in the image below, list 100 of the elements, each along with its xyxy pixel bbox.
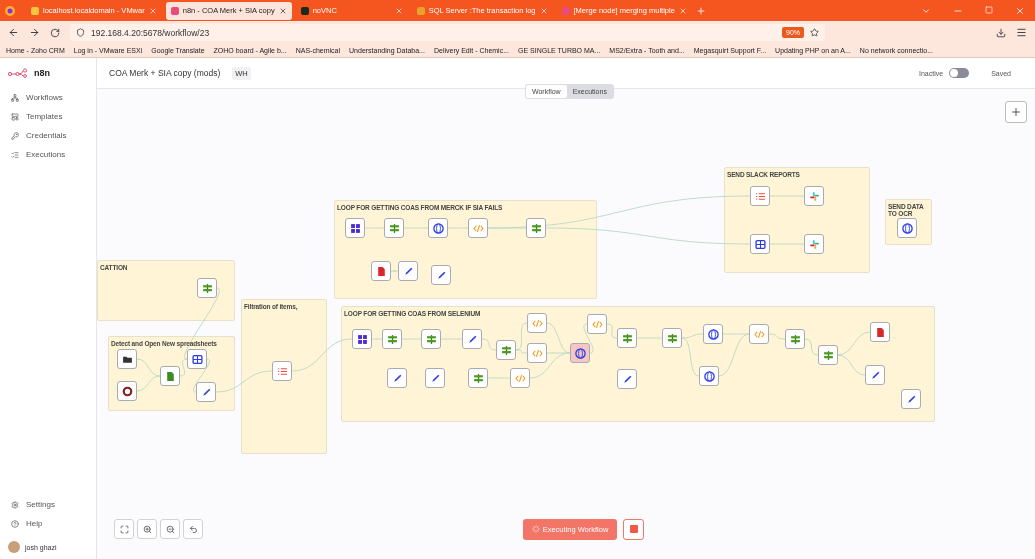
workflow-node[interactable] (425, 368, 445, 388)
globe-icon (574, 347, 586, 359)
nav-item[interactable]: Executions (0, 145, 96, 164)
workflow-node[interactable] (421, 329, 441, 349)
workflow-node[interactable] (431, 265, 451, 285)
connector-line (769, 195, 805, 197)
workflow-node[interactable] (527, 343, 547, 363)
active-toggle[interactable] (949, 68, 970, 78)
workflow-node[interactable] (468, 218, 488, 238)
globe-icon (703, 370, 715, 382)
favicon-icon (416, 6, 425, 15)
back-icon[interactable] (8, 27, 19, 38)
document-icon (375, 265, 387, 277)
workflow-node[interactable] (428, 218, 448, 238)
signpost-icon (201, 282, 213, 294)
pinwheel-icon (808, 190, 820, 202)
zoom-out-button[interactable] (160, 519, 180, 539)
help-icon (11, 519, 19, 528)
menu-icon[interactable] (1016, 27, 1027, 38)
new-tab-icon[interactable] (695, 5, 706, 16)
connector-line (583, 323, 594, 354)
workflow-node[interactable] (897, 218, 917, 238)
workflow-node[interactable] (371, 261, 391, 281)
nav-item[interactable]: Help (0, 514, 96, 533)
workflow-node[interactable] (468, 368, 488, 388)
connector-line (487, 377, 511, 379)
workflow-node[interactable] (785, 329, 805, 349)
close-icon[interactable] (394, 6, 403, 15)
zoom-in-button[interactable] (137, 519, 157, 539)
table-icon (754, 238, 766, 250)
workflow-node[interactable] (117, 381, 137, 401)
workflow-node[interactable] (587, 314, 607, 334)
workflow-node[interactable] (382, 329, 402, 349)
workflow-node[interactable] (750, 234, 770, 254)
close-icon[interactable] (678, 6, 687, 15)
close-icon[interactable] (1015, 5, 1025, 16)
globe-icon (707, 328, 719, 340)
workflow-node[interactable] (462, 329, 482, 349)
workflow-node[interactable] (617, 369, 637, 389)
signpost-icon (822, 349, 834, 361)
reset-zoom-button[interactable] (183, 519, 203, 539)
nav-item[interactable]: Workflows (0, 88, 96, 107)
signpost-icon (789, 333, 801, 345)
ring-icon (121, 385, 133, 397)
workflow-node[interactable] (818, 345, 838, 365)
stop-button[interactable] (623, 518, 644, 540)
workflow-node[interactable] (662, 328, 682, 348)
workflow-node[interactable] (187, 349, 207, 369)
stop-icon (629, 525, 638, 533)
workflow-node[interactable] (387, 368, 407, 388)
workflow-node[interactable] (804, 234, 824, 254)
workflow-node[interactable] (345, 218, 365, 238)
favicon-icon (31, 6, 39, 15)
zoom-in-icon (142, 524, 152, 534)
connector-line (371, 338, 383, 340)
nav-item[interactable]: Settings (0, 495, 96, 514)
workflow-node[interactable] (865, 365, 885, 385)
shield-icon[interactable] (76, 28, 85, 37)
browser-logo-icon[interactable] (4, 4, 16, 17)
workflow-node[interactable] (197, 278, 217, 298)
workflow-node[interactable] (749, 324, 769, 344)
workflow-node[interactable] (398, 261, 418, 281)
workflow-node[interactable] (196, 382, 216, 402)
workflow-node[interactable] (510, 368, 530, 388)
workflow-node[interactable] (272, 361, 292, 381)
template-icon (11, 112, 19, 121)
download-icon[interactable] (996, 27, 1006, 38)
workflow-node[interactable] (527, 313, 547, 333)
add-node-button[interactable] (1005, 101, 1027, 123)
undo-icon (188, 524, 198, 534)
signpost-icon (386, 333, 398, 345)
workflow-node[interactable] (750, 186, 770, 206)
nav-item[interactable]: Credentials (0, 126, 96, 145)
fit-view-button[interactable] (114, 519, 134, 539)
workflow-node[interactable] (901, 389, 921, 409)
workflow-node[interactable] (160, 366, 180, 386)
workflow-node[interactable] (526, 218, 546, 238)
reload-icon[interactable] (50, 27, 60, 38)
pen-icon (466, 333, 478, 345)
signpost-icon (530, 222, 542, 234)
workflow-node[interactable] (870, 322, 890, 342)
workflow-node[interactable] (496, 340, 516, 360)
forward-icon[interactable] (29, 27, 40, 38)
avatar-icon[interactable] (8, 541, 20, 553)
workflow-node[interactable] (703, 324, 723, 344)
nav-item[interactable]: Templates (0, 107, 96, 126)
close-icon[interactable] (278, 6, 287, 15)
workflow-title[interactable]: COA Merk + SIA copy (mods) (109, 68, 221, 78)
workflow-node[interactable] (699, 366, 719, 386)
star-icon[interactable] (810, 28, 819, 37)
close-icon[interactable] (148, 6, 157, 15)
document-icon (164, 370, 176, 382)
workflow-node[interactable] (352, 329, 372, 349)
close-icon[interactable] (539, 6, 548, 15)
workflow-node[interactable] (804, 186, 824, 206)
workflow-node[interactable] (384, 218, 404, 238)
workflow-node[interactable] (617, 328, 637, 348)
workflow-node[interactable] (117, 349, 137, 369)
maximize-icon[interactable] (985, 5, 993, 14)
workflow-node[interactable] (570, 343, 590, 363)
